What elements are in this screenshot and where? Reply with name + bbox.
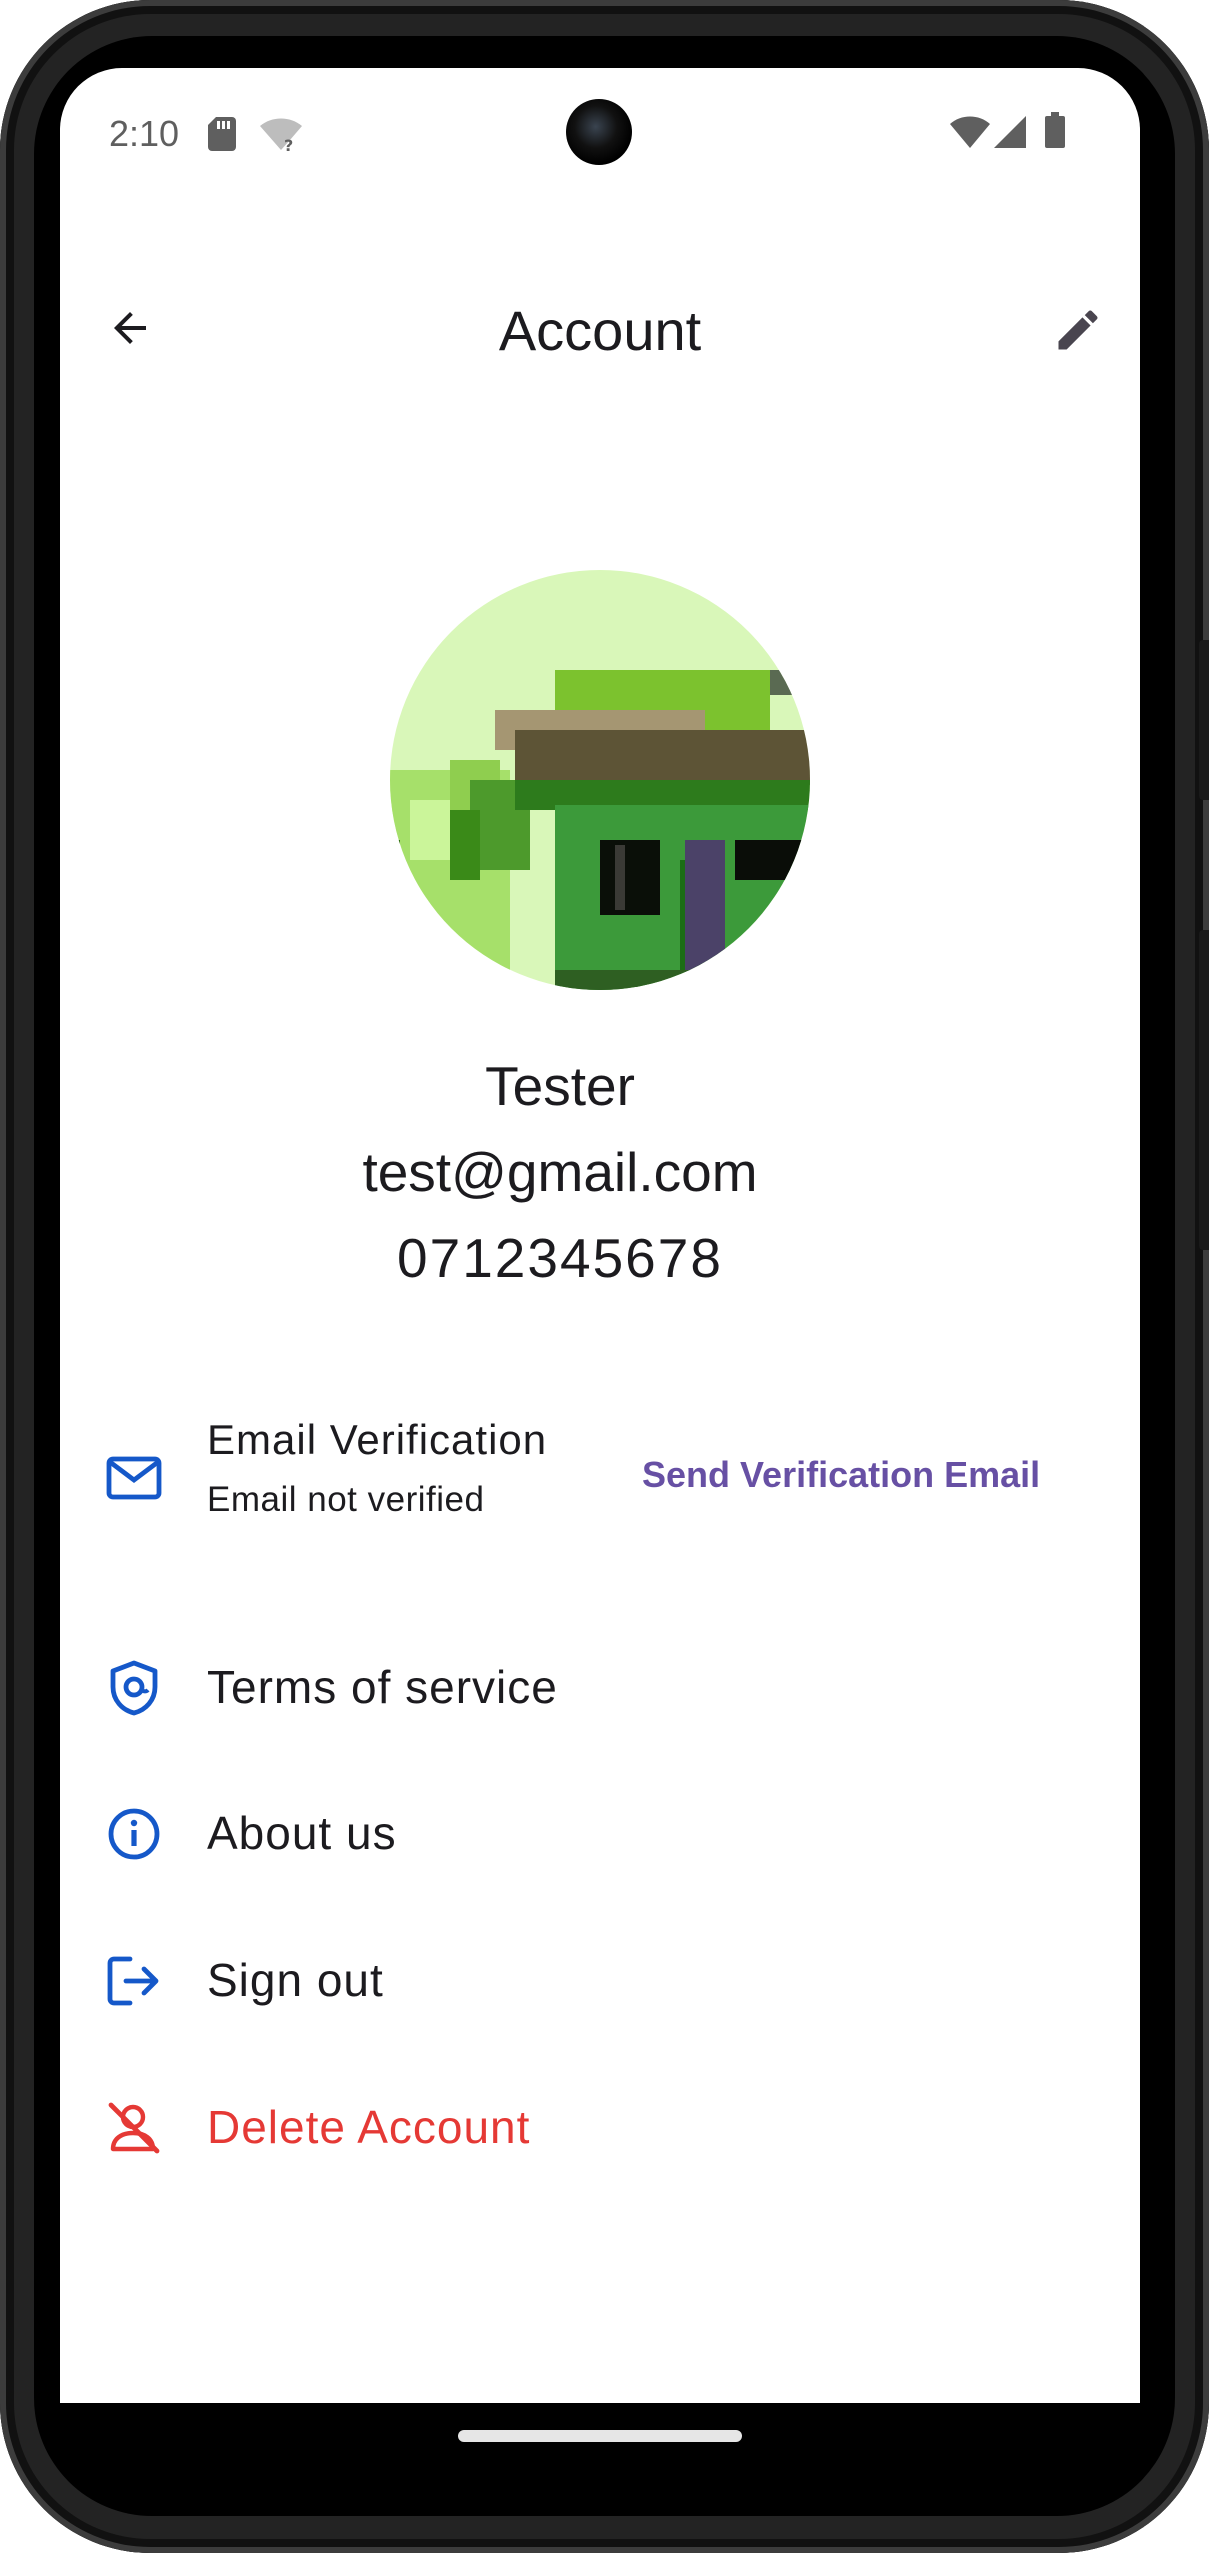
front-camera (566, 99, 632, 165)
info-icon (104, 1804, 164, 1864)
profile-email: test@gmail.com (362, 1141, 758, 1203)
profile-phone: 0712345678 (397, 1227, 723, 1289)
about-label: About us (207, 1807, 397, 1859)
power-button (1199, 640, 1209, 800)
back-button[interactable] (100, 298, 160, 358)
app-bar: Account (60, 268, 1140, 388)
email-verification-label: Email Verification (207, 1416, 548, 1463)
arrow-back-icon (114, 312, 146, 344)
shield-icon (104, 1658, 164, 1718)
status-time: 2:10 (109, 113, 180, 154)
list-item-sign-out[interactable]: Sign out (60, 1921, 1140, 2041)
logout-icon (104, 1951, 164, 2011)
svg-text:?: ? (284, 136, 293, 152)
list-item-delete-account[interactable]: Delete Account (60, 2068, 1140, 2188)
list-item-terms[interactable]: Terms of service (60, 1628, 1140, 1748)
volume-button (1199, 930, 1209, 1250)
status-bar: 2:10 ? (60, 68, 1140, 200)
list-item-email-verification: Email Verification Email not verified Se… (60, 1406, 1140, 1546)
mail-icon (104, 1448, 164, 1508)
user-off-icon (104, 2098, 164, 2158)
page-title: Account (498, 299, 702, 362)
battery-icon (1045, 112, 1065, 153)
edit-pencil-icon (1058, 310, 1098, 350)
navigation-bar (60, 2403, 1140, 2469)
sd-card-icon (208, 117, 236, 156)
wifi-unknown-icon: ? (260, 118, 302, 157)
device: 2:10 ? Account Tester test@gmail.com 071… (0, 0, 1209, 2553)
wifi-icon (950, 116, 990, 153)
email-verification-status: Email not verified (207, 1480, 485, 1519)
delete-account-label: Delete Account (207, 2101, 531, 2153)
sign-out-label: Sign out (207, 1954, 384, 2006)
terms-label: Terms of service (207, 1661, 558, 1713)
profile-name: Tester (485, 1055, 635, 1117)
list-item-about[interactable]: About us (60, 1774, 1140, 1894)
send-verification-email-button[interactable]: Send Verification Email (642, 1454, 1040, 1496)
avatar-image (390, 570, 810, 990)
home-gesture-handle[interactable] (458, 2430, 742, 2442)
screen: 2:10 ? Account Tester test@gmail.com 071… (60, 68, 1140, 2403)
signal-icon (994, 116, 1026, 153)
avatar[interactable] (390, 570, 810, 990)
edit-profile-button[interactable] (1046, 298, 1110, 362)
